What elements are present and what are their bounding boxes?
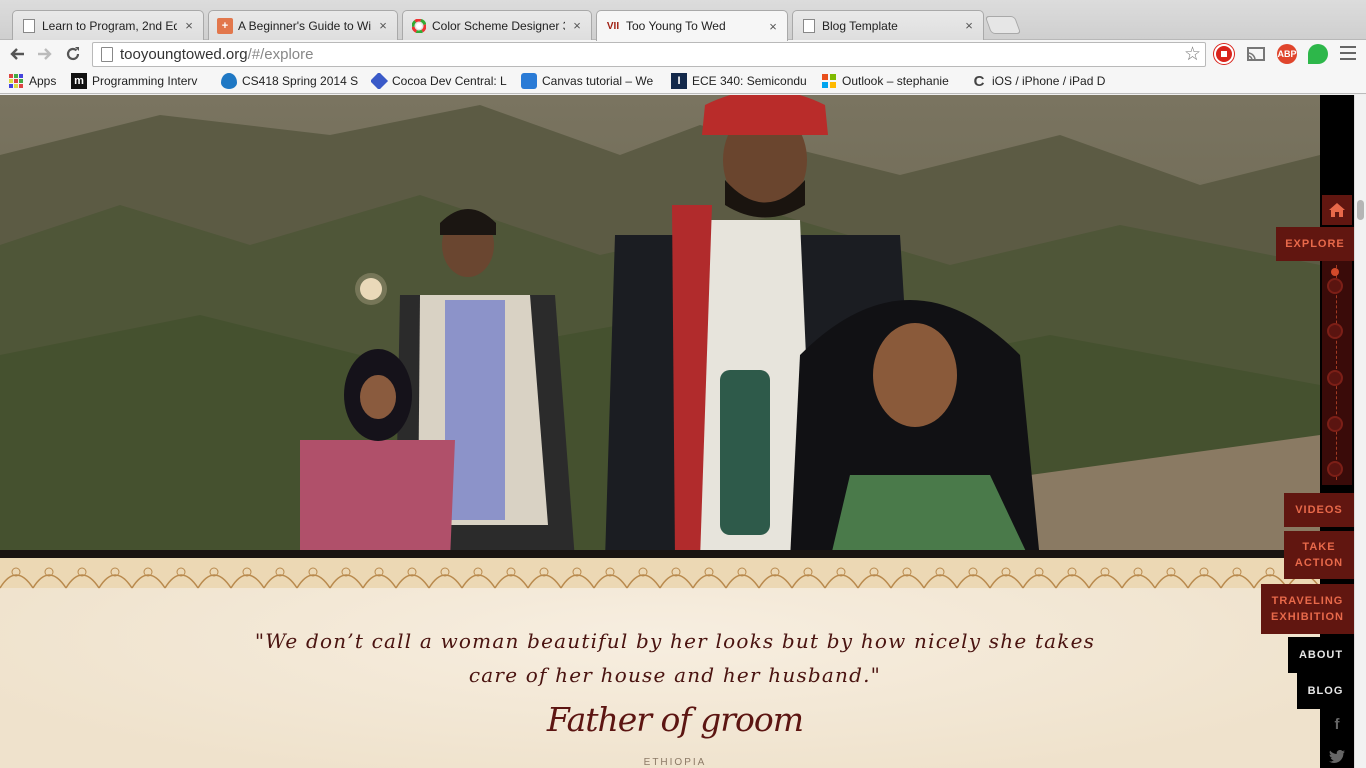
nav-about[interactable]: ABOUT	[1288, 637, 1354, 673]
photo-hotspot[interactable]	[360, 278, 382, 300]
reload-button[interactable]	[61, 42, 85, 66]
tab-beginners-guide[interactable]: + A Beginner's Guide to Wire ×	[208, 10, 398, 40]
timeline-dot[interactable]	[1327, 323, 1343, 339]
tab-title: Color Scheme Designer 3	[432, 18, 565, 33]
timeline-dot[interactable]	[1327, 278, 1343, 294]
close-tab-icon[interactable]: ×	[183, 18, 195, 33]
bookmark-canvas-tutorial[interactable]: Canvas tutorial – We	[521, 73, 663, 89]
twitter-icon[interactable]	[1320, 741, 1354, 768]
story-quote: "We don’t call a woman beautiful by her …	[254, 629, 1096, 687]
tab-too-young-to-wed[interactable]: VII Too Young To Wed ×	[596, 10, 788, 41]
bookmark-label: Outlook – stephanie	[842, 74, 949, 88]
bookmark-programming-interviews[interactable]: m Programming Interv	[71, 73, 213, 89]
page-icon	[21, 18, 37, 34]
back-button[interactable]	[5, 42, 29, 66]
address-bar[interactable]: tooyoungtowed.org/#/explore ☆	[92, 42, 1206, 67]
green-balloon-icon[interactable]	[1308, 44, 1328, 64]
new-tab-button[interactable]	[984, 16, 1022, 34]
timeline-dot[interactable]	[1327, 370, 1343, 386]
tab-title: A Beginner's Guide to Wire	[238, 18, 371, 33]
story-speaker: Father of groom	[546, 700, 804, 739]
nav-blog[interactable]: BLOG	[1297, 673, 1354, 709]
page-scrollbar[interactable]	[1354, 95, 1366, 768]
nav-videos[interactable]: VIDEOS	[1284, 493, 1354, 527]
tab-title: Learn to Program, 2nd Edit	[42, 18, 177, 33]
close-tab-icon[interactable]: ×	[963, 18, 975, 33]
browser-toolbar: tooyoungtowed.org/#/explore ☆ ABP	[0, 40, 1366, 69]
timeline-dot[interactable]	[1327, 461, 1343, 477]
color-wheel-icon	[411, 18, 427, 34]
apps-grid-icon	[8, 73, 24, 89]
bookmark-ios-iphone[interactable]: C iOS / iPhone / iPad D	[971, 73, 1113, 89]
tab-color-scheme[interactable]: Color Scheme Designer 3 ×	[402, 10, 592, 40]
nav-explore[interactable]: EXPLORE	[1276, 227, 1354, 261]
stop-extension-icon[interactable]	[1214, 44, 1234, 64]
tab-title: Blog Template	[822, 18, 898, 33]
bookmark-label: Programming Interv	[92, 74, 198, 88]
tab-title: Too Young To Wed	[626, 19, 726, 33]
illinois-icon: I	[671, 73, 687, 89]
forward-arrow-icon	[38, 48, 52, 60]
url-text[interactable]: tooyoungtowed.org/#/explore	[120, 46, 313, 63]
windows-icon	[821, 73, 837, 89]
url-host: tooyoungtowed.org	[120, 46, 248, 63]
plus-square-icon: +	[217, 17, 233, 34]
ttw-logo-icon: VII	[606, 20, 620, 32]
forward-button[interactable]	[33, 42, 57, 66]
page-info-icon[interactable]	[101, 47, 113, 62]
bookmark-star-icon[interactable]: ☆	[1184, 43, 1201, 66]
reload-icon	[66, 47, 80, 61]
m-logo-icon: m	[71, 73, 87, 89]
bookmarks-bar: Apps m Programming Interv CS418 Spring 2…	[0, 69, 1366, 94]
nav-take-action[interactable]: TAKE ACTION	[1284, 531, 1354, 579]
home-button[interactable]	[1322, 195, 1352, 225]
webpage: "We don’t call a woman beautiful by her …	[0, 95, 1366, 768]
mdn-icon	[521, 73, 537, 89]
c-logo-icon: C	[973, 73, 985, 89]
home-icon	[1329, 203, 1345, 217]
timeline-dot[interactable]	[1327, 416, 1343, 432]
bookmark-ece340[interactable]: I ECE 340: Semicondu	[671, 73, 813, 89]
cube-icon	[371, 73, 389, 89]
lace-border-ornament	[0, 550, 1320, 589]
timeline-current-dot[interactable]	[1331, 268, 1339, 276]
browser-menu-button[interactable]	[1340, 46, 1356, 60]
bookmark-cs418[interactable]: CS418 Spring 2014 S	[221, 73, 363, 89]
drupal-icon	[221, 73, 237, 89]
tab-learn-to-program[interactable]: Learn to Program, 2nd Edit ×	[12, 10, 204, 40]
hero-photo-illustration	[0, 95, 1320, 560]
close-tab-icon[interactable]: ×	[571, 18, 583, 33]
tab-strip: Learn to Program, 2nd Edit × + A Beginne…	[0, 0, 1366, 41]
adblock-plus-icon[interactable]: ABP	[1277, 44, 1297, 64]
page-icon	[801, 18, 817, 34]
bookmark-label: Canvas tutorial – We	[542, 74, 654, 88]
story-country: ETHIOPIA	[643, 757, 707, 768]
close-tab-icon[interactable]: ×	[767, 19, 779, 34]
scrollbar-thumb[interactable]	[1357, 200, 1364, 220]
hero-photo	[0, 95, 1320, 560]
back-arrow-icon	[10, 48, 24, 60]
bookmark-label: CS418 Spring 2014 S	[242, 74, 359, 88]
bookmark-cocoa-dev[interactable]: Cocoa Dev Central: L	[371, 73, 513, 89]
bookmark-apps[interactable]: Apps	[8, 73, 63, 89]
url-path: /#/explore	[247, 46, 314, 63]
close-tab-icon[interactable]: ×	[377, 18, 389, 33]
bookmark-label: Cocoa Dev Central: L	[392, 74, 507, 88]
tab-blog-template[interactable]: Blog Template ×	[792, 10, 984, 40]
bookmark-outlook[interactable]: Outlook – stephanie	[821, 73, 963, 89]
bookmark-label: Apps	[29, 74, 57, 88]
cast-icon[interactable]	[1246, 44, 1266, 64]
bookmark-label: ECE 340: Semicondu	[692, 74, 807, 88]
nav-traveling-exhibition[interactable]: TRAVELING EXHIBITION	[1261, 584, 1354, 634]
story-panel: "We don’t call a woman beautiful by her …	[0, 550, 1320, 768]
bookmark-label: iOS / iPhone / iPad D	[992, 74, 1106, 88]
facebook-icon[interactable]: f	[1320, 709, 1354, 739]
